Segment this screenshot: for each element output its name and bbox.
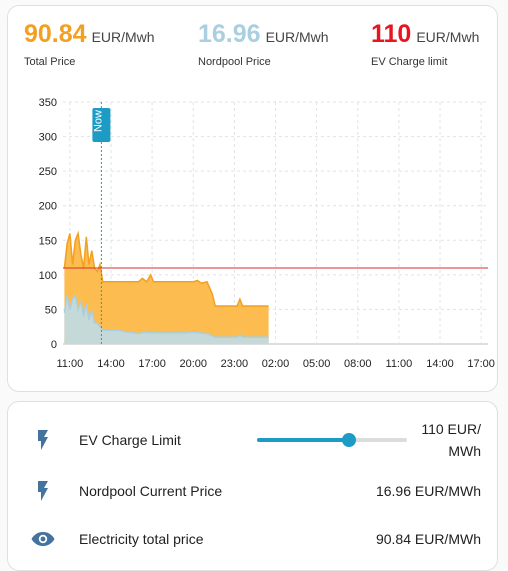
entity-state: 90.84 EUR/MWh bbox=[375, 531, 481, 547]
price-chart: 0 50 100 150 200 250 300 350 11:00 14:00 17:00 20:0… bbox=[39, 97, 495, 370]
entity-row-electricity-total-price[interactable]: Electricity total price 90.84 EUR/MWh bbox=[8, 521, 497, 557]
entities-card: EV Charge Limit 110 EUR/ MWh Nordpool Cu… bbox=[7, 401, 498, 571]
entity-state: 110 EUR/ MWh bbox=[409, 418, 481, 462]
x-tick-label: 23:00 bbox=[221, 358, 249, 370]
now-label: Now bbox=[92, 110, 104, 132]
entity-row-ev-charge-limit: EV Charge Limit 110 EUR/ MWh bbox=[8, 421, 497, 459]
eye-icon bbox=[30, 526, 56, 552]
slider-thumb[interactable] bbox=[341, 433, 356, 447]
flash-icon bbox=[30, 478, 56, 504]
y-tick-label: 150 bbox=[39, 235, 57, 247]
slider-fill bbox=[257, 438, 349, 442]
ev-charge-limit-slider[interactable] bbox=[257, 432, 407, 448]
entity-name: EV Charge Limit bbox=[79, 432, 181, 448]
entity-name: Electricity total price bbox=[79, 531, 204, 547]
x-tick-label: 05:00 bbox=[303, 358, 331, 370]
x-tick-label: 17:00 bbox=[138, 358, 166, 370]
y-tick-label: 50 bbox=[45, 304, 57, 316]
y-tick-label: 300 bbox=[39, 132, 57, 144]
flash-icon bbox=[30, 427, 56, 453]
entity-row-nordpool-price[interactable]: Nordpool Current Price 16.96 EUR/MWh bbox=[8, 473, 497, 509]
y-tick-label: 200 bbox=[39, 201, 57, 213]
y-tick-label: 350 bbox=[39, 97, 57, 109]
x-tick-label: 02:00 bbox=[262, 358, 290, 370]
entity-name: Nordpool Current Price bbox=[79, 483, 223, 499]
x-tick-label: 08:00 bbox=[344, 358, 372, 370]
x-tick-label: 14:00 bbox=[97, 358, 125, 370]
price-chart-card: 90.84 EUR/Mwh Total Price 16.96 EUR/Mwh … bbox=[7, 5, 498, 392]
y-tick-label: 250 bbox=[39, 166, 57, 178]
x-tick-label: 11:00 bbox=[56, 358, 83, 370]
x-tick-label: 17:00 bbox=[467, 358, 495, 370]
y-tick-label: 0 bbox=[51, 339, 57, 351]
x-tick-label: 20:00 bbox=[179, 358, 207, 370]
entity-state-line: 110 EUR/ bbox=[421, 421, 481, 437]
y-tick-label: 100 bbox=[39, 270, 57, 282]
entity-state-line: MWh bbox=[448, 443, 481, 459]
x-tick-label: 11:00 bbox=[386, 358, 413, 370]
entity-state: 16.96 EUR/MWh bbox=[375, 483, 481, 499]
x-tick-label: 14:00 bbox=[426, 358, 454, 370]
